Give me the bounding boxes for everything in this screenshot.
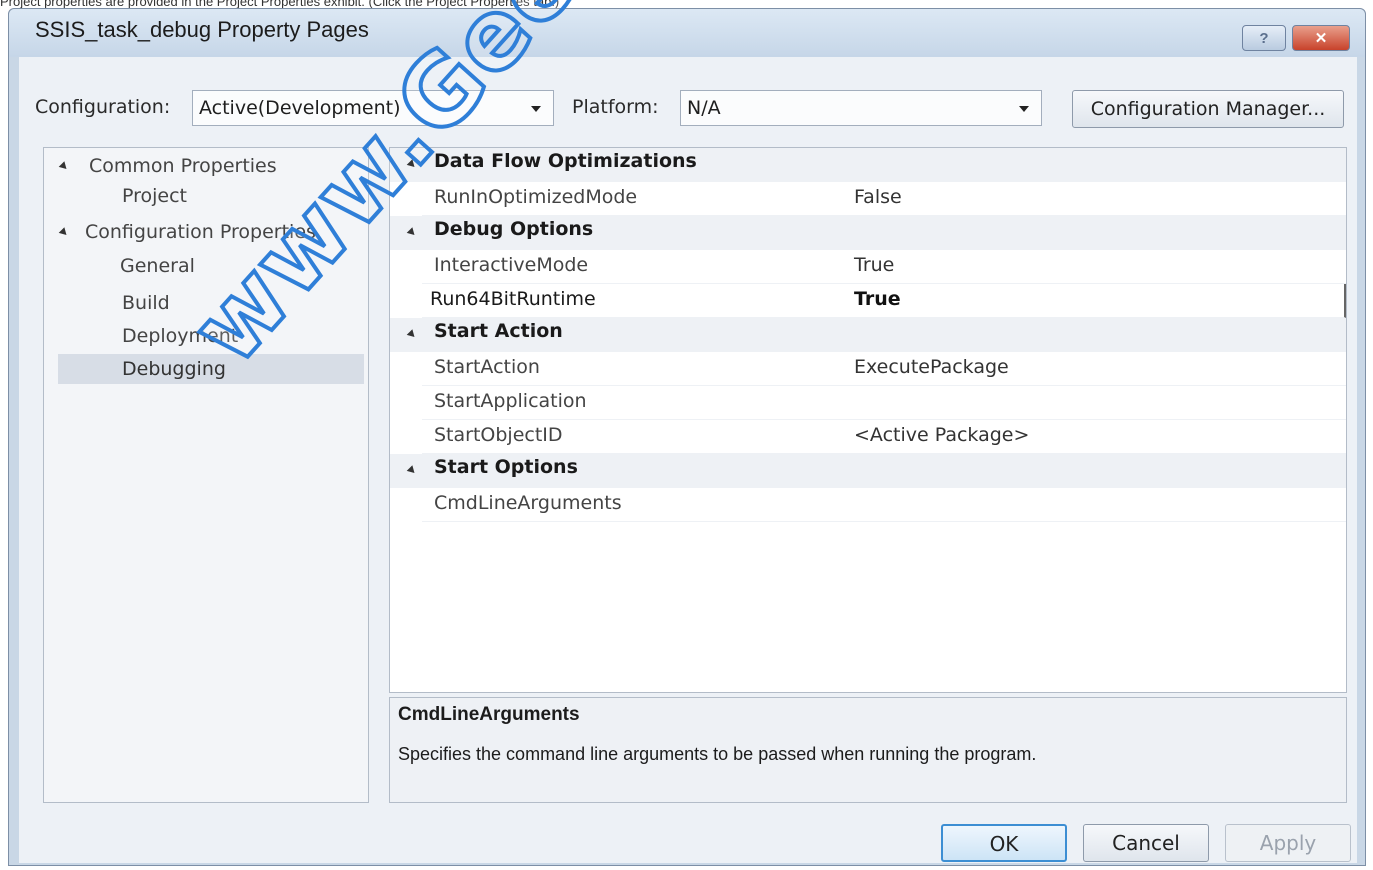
- dialog-client-area: Configuration: Active(Development) Platf…: [19, 57, 1357, 863]
- category-row[interactable]: Debug Options: [390, 216, 1346, 250]
- category-row[interactable]: Data Flow Optimizations: [390, 148, 1346, 182]
- expand-triangle-icon[interactable]: [58, 161, 70, 172]
- category-label: Debug Options: [434, 218, 594, 240]
- tree-item-deployment[interactable]: Deployment: [122, 321, 238, 351]
- collapse-triangle-icon[interactable]: [406, 159, 418, 170]
- property-value[interactable]: True: [854, 254, 894, 276]
- property-row[interactable]: StartApplication: [422, 386, 1346, 420]
- collapse-triangle-icon[interactable]: [406, 465, 418, 476]
- property-name: StartAction: [434, 356, 540, 378]
- chevron-down-icon: [531, 106, 541, 112]
- tree-item-debugging[interactable]: Debugging: [122, 354, 226, 384]
- platform-value: N/A: [687, 97, 721, 119]
- cancel-button[interactable]: Cancel: [1083, 824, 1209, 862]
- tree-item-project[interactable]: Project: [122, 181, 187, 211]
- property-row[interactable]: StartObjectID <Active Package>: [422, 420, 1346, 454]
- tree-item-build[interactable]: Build: [122, 288, 170, 318]
- configuration-dropdown[interactable]: Active(Development): [192, 90, 554, 126]
- property-value[interactable]: ExecutePackage: [854, 356, 1009, 378]
- title-bar[interactable]: SSIS_task_debug Property Pages ? ✕: [9, 9, 1365, 57]
- tree-item-general[interactable]: General: [120, 251, 195, 281]
- category-label: Start Options: [434, 456, 578, 478]
- chevron-down-icon: [1019, 106, 1029, 112]
- property-row[interactable]: StartAction ExecutePackage: [422, 352, 1346, 386]
- configuration-manager-button[interactable]: Configuration Manager...: [1072, 90, 1344, 128]
- exhibit-caption: Project properties are provided in the P…: [0, 0, 560, 8]
- property-grid: Data Flow Optimizations RunInOptimizedMo…: [389, 147, 1347, 693]
- configuration-value: Active(Development): [199, 97, 401, 119]
- collapse-triangle-icon[interactable]: [406, 329, 418, 340]
- property-row[interactable]: CmdLineArguments: [422, 488, 1346, 522]
- help-button[interactable]: ?: [1242, 25, 1286, 51]
- platform-dropdown[interactable]: N/A: [680, 90, 1042, 126]
- close-button[interactable]: ✕: [1292, 25, 1350, 51]
- category-row[interactable]: Start Action: [390, 318, 1346, 352]
- property-name: Run64BitRuntime: [430, 288, 596, 310]
- collapse-triangle-icon[interactable]: [406, 227, 418, 238]
- description-title: CmdLineArguments: [398, 704, 580, 725]
- category-row[interactable]: Start Options: [390, 454, 1346, 488]
- property-name: CmdLineArguments: [434, 492, 622, 514]
- property-value[interactable]: True: [854, 288, 901, 310]
- property-name: StartObjectID: [434, 424, 563, 446]
- apply-button[interactable]: Apply: [1225, 824, 1351, 862]
- tree-item-common-properties[interactable]: Common Properties: [89, 151, 277, 181]
- property-row[interactable]: RunInOptimizedMode False: [422, 182, 1346, 216]
- window-title: SSIS_task_debug Property Pages: [35, 17, 369, 42]
- category-label: Data Flow Optimizations: [434, 150, 697, 172]
- property-value[interactable]: <Active Package>: [854, 424, 1029, 446]
- description-text: Specifies the command line arguments to …: [398, 744, 1037, 764]
- property-row[interactable]: InteractiveMode True: [422, 250, 1346, 284]
- property-row-selected[interactable]: Run64BitRuntime True: [422, 284, 1346, 318]
- tree-item-configuration-properties[interactable]: Configuration Properties: [85, 217, 316, 247]
- property-name: InteractiveMode: [434, 254, 589, 276]
- expand-triangle-icon[interactable]: [58, 227, 70, 238]
- configuration-label: Configuration:: [35, 96, 171, 118]
- property-tree: Common Properties Project Configuration …: [43, 147, 369, 803]
- property-pages-window: SSIS_task_debug Property Pages ? ✕ Confi…: [8, 8, 1366, 866]
- description-panel: CmdLineArguments Specifies the command l…: [389, 697, 1347, 803]
- category-label: Start Action: [434, 320, 563, 342]
- property-name: RunInOptimizedMode: [434, 186, 638, 208]
- platform-label: Platform:: [572, 96, 659, 118]
- property-name: StartApplication: [434, 390, 587, 412]
- property-value[interactable]: False: [854, 186, 902, 208]
- ok-button[interactable]: OK: [941, 824, 1067, 862]
